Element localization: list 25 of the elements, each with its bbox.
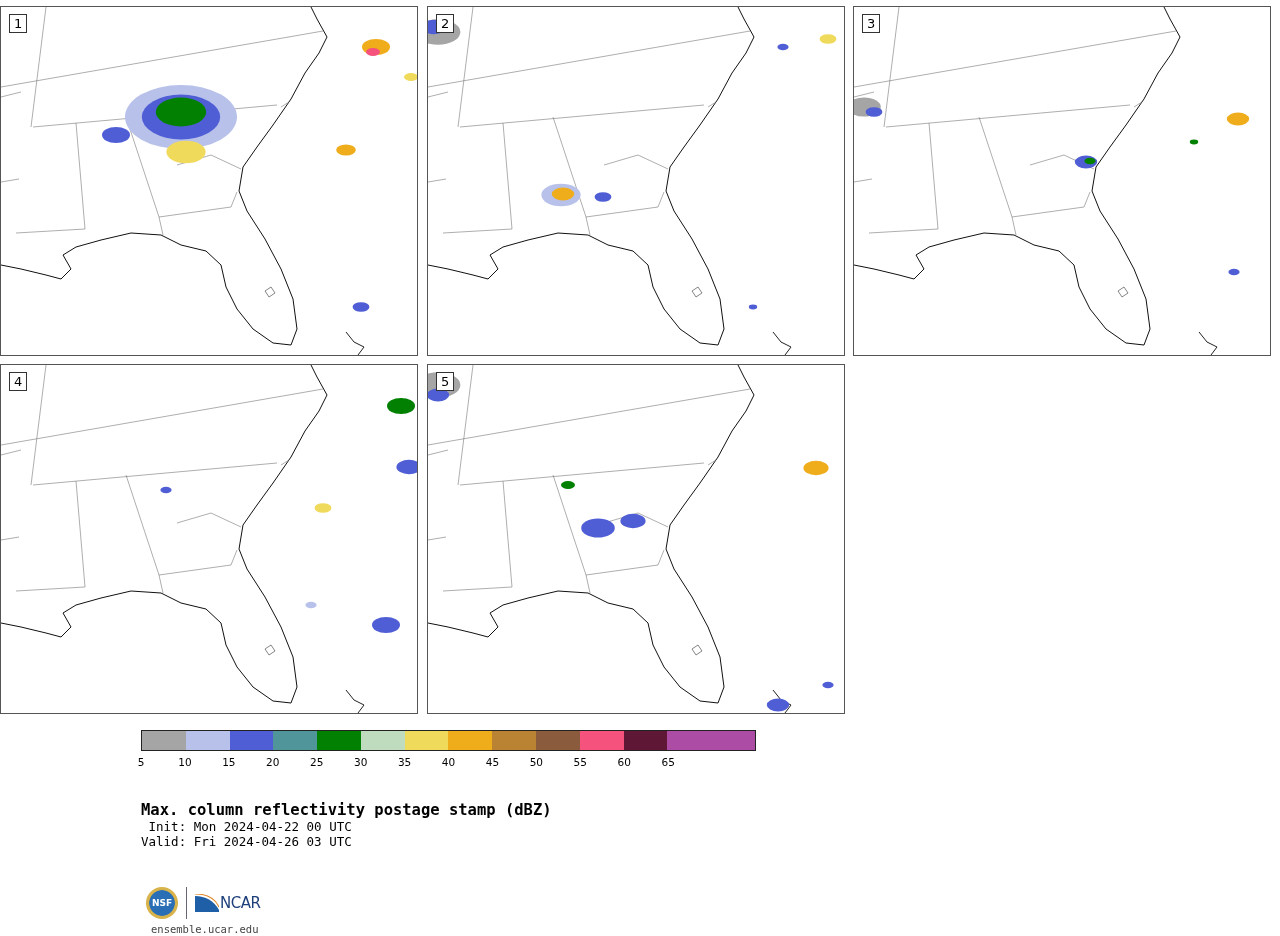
seal-logo: NSF [146,887,178,919]
tick-label: 15 [222,756,236,768]
tick-label: 25 [310,756,324,768]
tick-label: 30 [353,756,368,768]
valid-time: Valid: Fri 2024-04-26 03 UTC [141,834,353,849]
tick-label: 55 [573,756,587,768]
swoosh-icon [195,894,219,912]
tick-label: 40 [441,756,456,768]
tick-label: 5 [137,756,145,768]
tick-label: 65 [661,756,675,768]
tick-label: 10 [178,756,192,768]
chart-title: Max. column reflectivity postage stamp (dBZ) [141,801,553,819]
panel-number: 2 [436,14,455,33]
panel-number: 5 [436,372,455,391]
tick-label: 20 [266,756,280,768]
panel-number: 1 [9,14,28,33]
tick-label: 50 [529,756,544,768]
panel-number: 4 [9,372,28,391]
panel-number: 3 [862,14,881,33]
tick-label: 45 [485,756,500,768]
tick-label: 60 [617,756,631,768]
wordmark: NCAR [220,894,261,912]
website-url: ensemble.ucar.edu [151,923,260,935]
tick-label: 35 [397,756,412,768]
init-time: Init: Mon 2024-04-22 00 UTC [147,819,353,834]
